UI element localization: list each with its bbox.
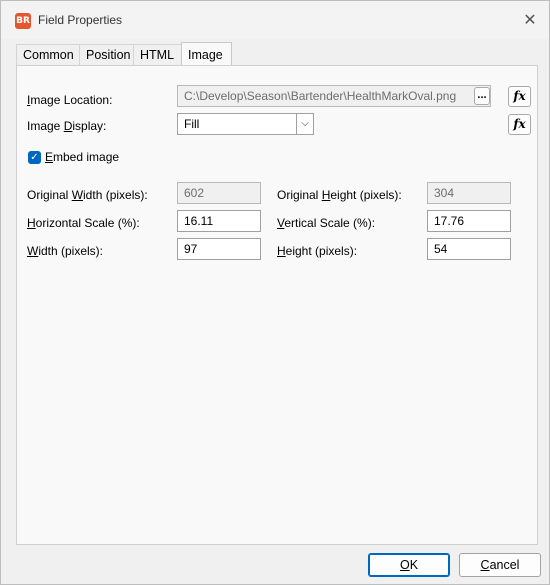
tab-position[interactable]: Position bbox=[79, 44, 134, 65]
original-height-label: Original Height (pixels): bbox=[277, 188, 402, 202]
height-input[interactable]: 54 bbox=[427, 238, 511, 260]
width-input[interactable]: 97 bbox=[177, 238, 261, 260]
image-display-fx-button[interactable]: fx bbox=[508, 114, 531, 135]
image-display-select[interactable]: Fill ⌵ bbox=[177, 113, 314, 135]
image-display-label: Image Display: bbox=[27, 119, 107, 133]
tab-html[interactable]: HTML bbox=[133, 44, 182, 65]
original-width-input[interactable]: 602 bbox=[177, 182, 261, 204]
chevron-down-icon[interactable]: ⌵ bbox=[296, 114, 313, 134]
image-location-fx-button[interactable]: fx bbox=[508, 86, 531, 107]
image-location-label: Image Location: bbox=[27, 93, 113, 107]
dialog-window: BR Field Properties ✕ Common Position HT… bbox=[0, 0, 550, 585]
close-button[interactable]: ✕ bbox=[519, 9, 541, 31]
embed-image-label[interactable]: Embed image bbox=[45, 150, 119, 164]
image-location-input[interactable]: C:\Develop\Season\Bartender\HealthMarkOv… bbox=[177, 85, 491, 107]
tab-common[interactable]: Common bbox=[16, 44, 80, 65]
function-icon: fx bbox=[513, 117, 526, 131]
function-icon: fx bbox=[513, 89, 526, 103]
horizontal-scale-input[interactable]: 16.11 bbox=[177, 210, 261, 232]
cancel-button[interactable]: Cancel bbox=[459, 553, 541, 577]
app-logo-icon: BR bbox=[15, 13, 31, 29]
tab-image[interactable]: Image bbox=[181, 42, 232, 66]
ok-button[interactable]: OK bbox=[368, 553, 450, 577]
embed-image-checkbox[interactable]: ✓ bbox=[28, 151, 41, 164]
close-icon: ✕ bbox=[523, 10, 537, 29]
vertical-scale-label: Vertical Scale (%): bbox=[277, 216, 376, 230]
horizontal-scale-label: Horizontal Scale (%): bbox=[27, 216, 140, 230]
width-label: Width (pixels): bbox=[27, 244, 104, 258]
height-label: Height (pixels): bbox=[277, 244, 358, 258]
image-tab-panel: Image Location: C:\Develop\Season\Barten… bbox=[16, 65, 538, 545]
vertical-scale-input[interactable]: 17.76 bbox=[427, 210, 511, 232]
original-height-input[interactable]: 304 bbox=[427, 182, 511, 204]
original-width-label: Original Width (pixels): bbox=[27, 188, 148, 202]
browse-button[interactable]: ... bbox=[474, 87, 490, 105]
image-display-value: Fill bbox=[184, 117, 200, 131]
window-title: Field Properties bbox=[38, 13, 123, 27]
title-bar[interactable]: BR Field Properties ✕ bbox=[1, 1, 549, 39]
checkmark-icon: ✓ bbox=[30, 152, 39, 163]
